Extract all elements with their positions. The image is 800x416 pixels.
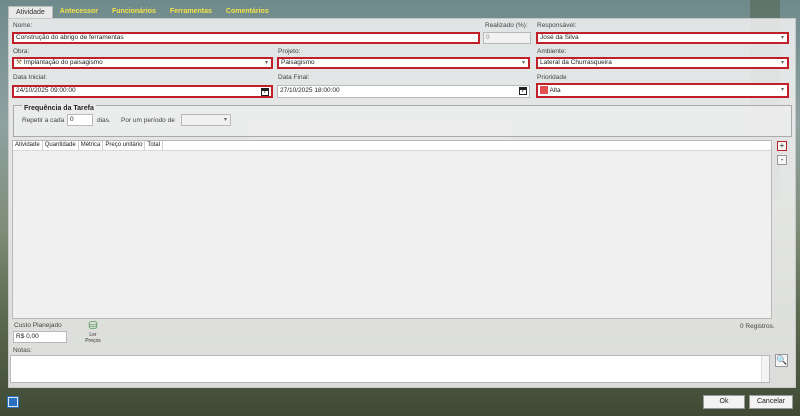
realizado-input[interactable]: 0 bbox=[483, 32, 531, 44]
ambiente-value: Lateral da Churrasqueira bbox=[540, 59, 612, 66]
repeat-input[interactable]: 0 bbox=[67, 114, 93, 126]
col-total[interactable]: Total bbox=[145, 141, 164, 150]
ler-precos-button[interactable]: ⛁ Ler Preços bbox=[81, 320, 105, 344]
col-atividade[interactable]: Atividade bbox=[13, 141, 43, 150]
add-row-button[interactable]: + bbox=[777, 141, 787, 151]
frequency-title: Frequência da Tarefa bbox=[22, 105, 96, 112]
data-inicial-label: Data Inicial: bbox=[13, 74, 47, 81]
prioridade-value: Alta bbox=[549, 87, 561, 94]
tab-funcionarios[interactable]: Funcionários bbox=[105, 6, 163, 18]
projeto-select[interactable]: Paisagismo ▾ bbox=[277, 57, 530, 69]
price-tag-icon: ⛁ bbox=[88, 320, 98, 332]
ok-button[interactable]: Ok bbox=[703, 395, 745, 409]
realizado-label: Realizado (%): bbox=[485, 22, 528, 29]
col-metrica[interactable]: Métrica bbox=[79, 141, 104, 150]
responsavel-label: Responsável: bbox=[537, 22, 577, 29]
grid-header: Atividade Quantidade Métrica Preço unitá… bbox=[13, 141, 771, 151]
obra-value: Implantação do paisagismo bbox=[23, 59, 103, 66]
ambiente-label: Ambiente: bbox=[537, 48, 567, 55]
tab-antecessor[interactable]: Antecessor bbox=[53, 6, 105, 18]
calendar-icon[interactable]: 7 bbox=[519, 87, 527, 95]
data-final-input[interactable]: 27/10/2025 18:00:00 7 bbox=[277, 85, 530, 98]
responsavel-select[interactable]: José da Silva ▾ bbox=[536, 32, 789, 44]
tab-ferramentas[interactable]: Ferramentas bbox=[163, 6, 219, 18]
chevron-down-icon: ▾ bbox=[780, 87, 784, 93]
custo-label: Custo Planejado bbox=[14, 322, 62, 329]
nome-label: Nome: bbox=[13, 22, 33, 29]
registros-count: 0 Registros. bbox=[740, 323, 775, 330]
chevron-down-icon: ▾ bbox=[264, 60, 268, 66]
notas-label: Notas: bbox=[13, 347, 32, 354]
period-label: Por um período de bbox=[121, 117, 175, 124]
notas-textarea[interactable] bbox=[10, 355, 770, 383]
tab-comentarios[interactable]: Comentários bbox=[219, 6, 276, 18]
projeto-label: Projeto: bbox=[278, 48, 301, 55]
priority-color-swatch bbox=[540, 86, 548, 95]
data-inicial-input[interactable]: 24/10/2025 09:00:00 7 bbox=[12, 85, 273, 98]
data-final-label: Data Final: bbox=[278, 74, 310, 81]
repeat-label: Repetir a cada bbox=[22, 117, 65, 124]
grid-view-icon[interactable] bbox=[7, 396, 19, 408]
obra-select[interactable]: ⚒ Implantação do paisagismo ▾ bbox=[12, 57, 273, 69]
col-quantidade[interactable]: Quantidade bbox=[43, 141, 79, 150]
items-grid[interactable]: Atividade Quantidade Métrica Preço unitá… bbox=[12, 140, 772, 319]
activity-panel: Nome: Construção do abrigo de ferramenta… bbox=[8, 18, 796, 388]
tab-atividade[interactable]: Atividade bbox=[8, 6, 53, 18]
notes-scrollbar[interactable] bbox=[761, 356, 769, 382]
prioridade-select[interactable]: Alta ▾ bbox=[536, 83, 789, 98]
hammer-icon: ⚒ bbox=[16, 59, 22, 66]
data-final-value: 27/10/2025 18:00:00 bbox=[280, 87, 340, 94]
period-select[interactable]: ▾ bbox=[181, 114, 231, 126]
custo-input[interactable]: R$ 0,00 bbox=[13, 331, 67, 343]
cancel-button[interactable]: Cancelar bbox=[749, 395, 793, 409]
chevron-down-icon: ▾ bbox=[521, 60, 525, 66]
remove-row-button[interactable]: - bbox=[777, 155, 787, 165]
chevron-down-icon: ▾ bbox=[223, 117, 227, 123]
col-preco-unitario[interactable]: Preço unitário bbox=[103, 141, 146, 150]
chevron-down-icon: ▾ bbox=[780, 35, 784, 41]
data-inicial-value: 24/10/2025 09:00:00 bbox=[16, 87, 76, 94]
frequency-group: Frequência da Tarefa Repetir a cada 0 di… bbox=[13, 105, 792, 137]
obra-label: Obra: bbox=[13, 48, 30, 55]
days-label: dias. bbox=[97, 117, 111, 124]
chevron-down-icon: ▾ bbox=[780, 60, 784, 66]
ler-precos-label: Ler Preços bbox=[85, 332, 101, 344]
projeto-value: Paisagismo bbox=[281, 59, 315, 66]
responsavel-value: José da Silva bbox=[540, 34, 579, 41]
ambiente-select[interactable]: Lateral da Churrasqueira ▾ bbox=[536, 57, 789, 69]
tab-bar: Atividade Antecessor Funcionários Ferram… bbox=[8, 6, 276, 18]
search-icon[interactable]: 🔍 bbox=[775, 354, 788, 367]
nome-input[interactable]: Construção do abrigo de ferramentas bbox=[12, 32, 480, 44]
prioridade-label: Prioridade bbox=[537, 74, 567, 81]
calendar-icon[interactable]: 7 bbox=[261, 88, 269, 96]
